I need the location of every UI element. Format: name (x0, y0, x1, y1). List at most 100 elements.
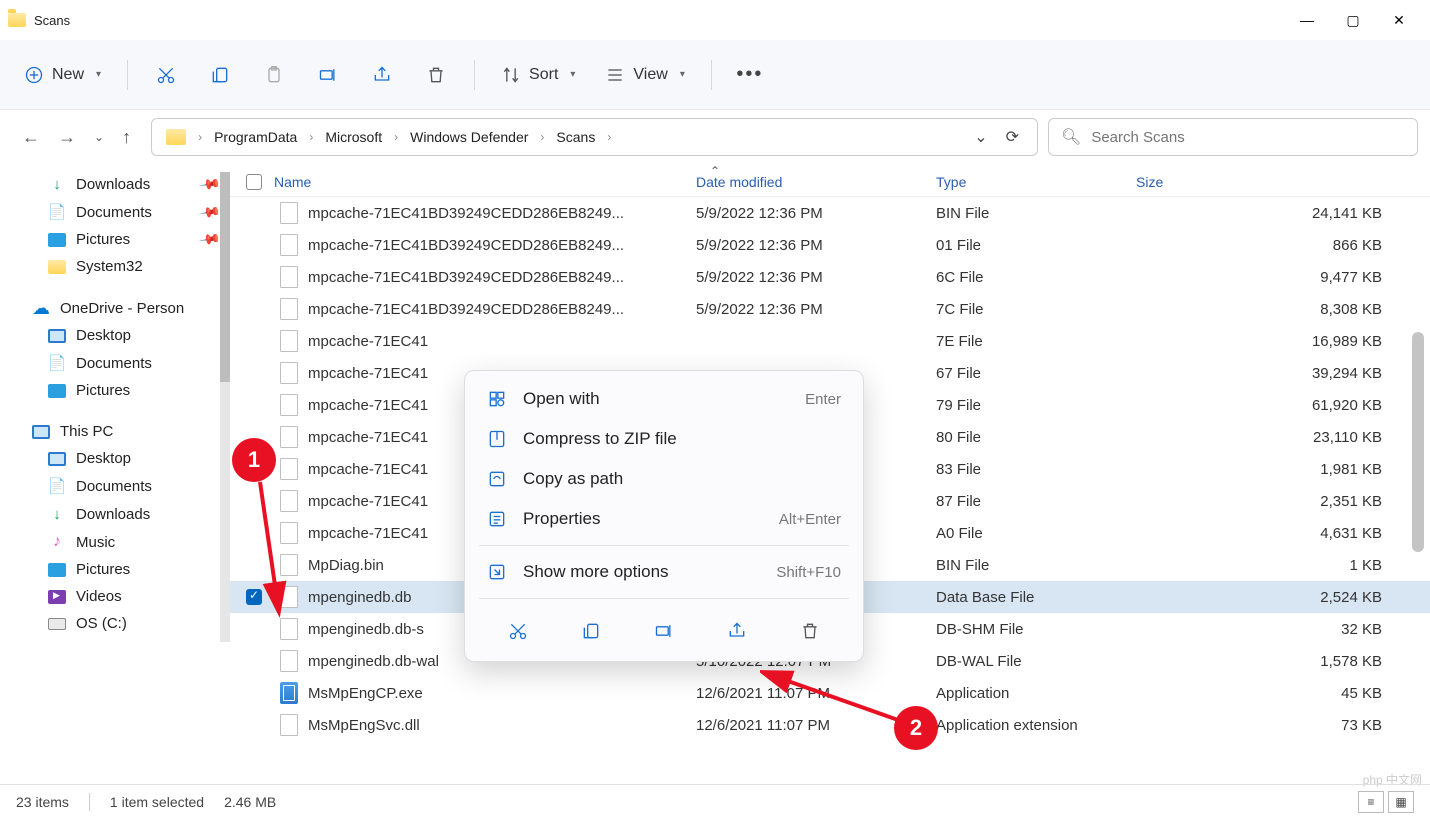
file-icon (280, 458, 298, 480)
sidebar-scrollbar[interactable] (220, 172, 230, 642)
file-scrollbar[interactable] (1412, 172, 1424, 672)
breadcrumb[interactable]: Scans (550, 125, 601, 149)
sidebar-item-thispc[interactable]: This PC (0, 418, 230, 445)
ctx-copy-button[interactable] (573, 613, 609, 649)
rename-button[interactable] (306, 53, 350, 97)
ctx-show-more[interactable]: Show more options Shift+F10 (471, 552, 857, 592)
col-size[interactable]: Size (1136, 174, 1412, 190)
details-view-button[interactable]: ≡ (1358, 791, 1384, 813)
cut-button[interactable] (144, 53, 188, 97)
clipboard-icon (264, 65, 284, 85)
file-name: mpcache-71EC41 (308, 461, 428, 478)
sidebar-item-osc[interactable]: OS (C:) (0, 610, 230, 637)
sidebar-item-onedrive[interactable]: ☁OneDrive - Person (0, 294, 230, 322)
sidebar-item-downloads[interactable]: ↓Downloads📌 (0, 170, 230, 198)
up-button[interactable]: ↑ (122, 127, 131, 148)
back-button[interactable]: ← (22, 127, 40, 148)
sidebar-label: Videos (76, 588, 122, 605)
minimize-button[interactable]: — (1284, 4, 1330, 36)
ctx-delete-button[interactable] (792, 613, 828, 649)
search-box[interactable]: 🔍︎ (1048, 118, 1418, 156)
address-bar[interactable]: › ProgramData › Microsoft › Windows Defe… (151, 118, 1038, 156)
maximize-button[interactable]: ▢ (1330, 4, 1376, 36)
select-all-checkbox[interactable] (246, 174, 262, 190)
refresh-button[interactable]: ⟳ (1006, 127, 1019, 147)
ctx-compress[interactable]: Compress to ZIP file (471, 419, 857, 459)
ctx-label: Open with (523, 389, 600, 409)
forward-button[interactable]: → (58, 127, 76, 148)
file-size: 2,524 KB (1136, 589, 1412, 606)
sidebar-label: Pictures (76, 561, 130, 578)
file-icon (280, 618, 298, 640)
chevron-right-icon: › (607, 130, 611, 144)
table-row[interactable]: mpcache-71EC41BD39249CEDD286EB8249...5/9… (230, 229, 1430, 261)
ctx-copy-path[interactable]: Copy as path (471, 459, 857, 499)
sidebar-item-videos[interactable]: Videos (0, 583, 230, 610)
col-date[interactable]: Date modified (696, 174, 936, 190)
sidebar-item-desktop[interactable]: Desktop (0, 322, 230, 349)
table-row[interactable]: mpcache-71EC41BD39249CEDD286EB8249...5/9… (230, 293, 1430, 325)
sidebar-item-system32[interactable]: System32 (0, 253, 230, 280)
file-size: 1 KB (1136, 557, 1412, 574)
sort-button[interactable]: Sort ▾ (491, 57, 585, 93)
document-icon: 📄 (48, 477, 66, 495)
ctx-rename-button[interactable] (646, 613, 682, 649)
ctx-shortcut: Shift+F10 (776, 564, 841, 581)
search-input[interactable] (1091, 129, 1405, 146)
col-name[interactable]: Name (274, 174, 311, 190)
breadcrumb[interactable]: Microsoft (319, 125, 388, 149)
sidebar-item-documents2[interactable]: 📄Documents (0, 349, 230, 377)
copy-button[interactable] (198, 53, 242, 97)
file-name: MsMpEngSvc.dll (308, 717, 420, 734)
sidebar-item-music[interactable]: ♪Music (0, 528, 230, 556)
file-name: mpcache-71EC41BD39249CEDD286EB8249... (308, 237, 624, 254)
desktop-icon (48, 329, 66, 343)
scrollbar-thumb[interactable] (220, 172, 230, 382)
window-title: Scans (34, 13, 70, 28)
rename-icon (654, 621, 674, 641)
paste-button[interactable] (252, 53, 296, 97)
sidebar-item-documents[interactable]: 📄Documents📌 (0, 198, 230, 226)
sidebar-label: Documents (76, 478, 152, 495)
sidebar-item-downloads2[interactable]: ↓Downloads (0, 500, 230, 528)
close-button[interactable]: ✕ (1376, 4, 1422, 36)
scissors-icon (156, 65, 176, 85)
col-type[interactable]: Type (936, 174, 1136, 190)
sidebar-item-pictures[interactable]: Pictures📌 (0, 226, 230, 253)
file-icon (280, 234, 298, 256)
ctx-share-button[interactable] (719, 613, 755, 649)
file-name: mpenginedb.db (308, 589, 411, 606)
breadcrumb[interactable]: Windows Defender (404, 125, 534, 149)
file-icon (280, 266, 298, 288)
folder-icon (48, 260, 66, 274)
table-row[interactable]: mpcache-71EC417E File16,989 KB (230, 325, 1430, 357)
view-button[interactable]: View ▾ (595, 57, 694, 93)
new-button[interactable]: New ▾ (14, 57, 111, 93)
share-button[interactable] (360, 53, 404, 97)
breadcrumb[interactable]: ProgramData (208, 125, 303, 149)
ctx-properties[interactable]: Properties Alt+Enter (471, 499, 857, 539)
separator (711, 60, 712, 90)
nav-row: ← → ⌄ ↑ › ProgramData › Microsoft › Wind… (0, 110, 1430, 164)
pin-icon: 📌 (197, 228, 221, 252)
more-button[interactable]: ••• (728, 53, 772, 97)
sidebar-item-desktop2[interactable]: Desktop (0, 445, 230, 472)
sidebar-item-pictures3[interactable]: Pictures (0, 556, 230, 583)
new-label: New (52, 66, 84, 84)
delete-button[interactable] (414, 53, 458, 97)
scrollbar-thumb[interactable] (1412, 332, 1424, 552)
recent-button[interactable]: ⌄ (94, 130, 104, 144)
share-icon (727, 621, 747, 641)
folder-icon (166, 129, 186, 145)
ctx-cut-button[interactable] (500, 613, 536, 649)
recent-locations-button[interactable]: ⌄ (974, 127, 987, 147)
file-type: BIN File (936, 557, 1136, 574)
sidebar-item-documents3[interactable]: 📄 Documents (0, 472, 230, 500)
status-selected: 1 item selected (110, 794, 204, 810)
music-icon: ♪ (48, 533, 66, 551)
table-row[interactable]: mpcache-71EC41BD39249CEDD286EB8249...5/9… (230, 261, 1430, 293)
table-row[interactable]: mpcache-71EC41BD39249CEDD286EB8249...5/9… (230, 197, 1430, 229)
thumbnails-view-button[interactable]: ▦ (1388, 791, 1414, 813)
sidebar-item-pictures2[interactable]: Pictures (0, 377, 230, 404)
ctx-open-with[interactable]: Open with Enter (471, 379, 857, 419)
